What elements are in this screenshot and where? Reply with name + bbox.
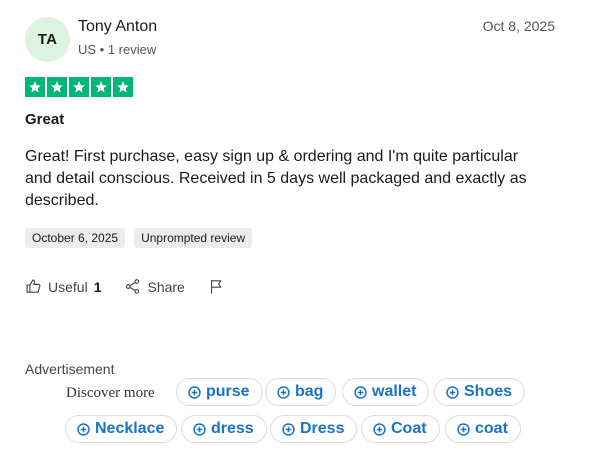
discover-more-label: Discover more — [66, 385, 155, 401]
unprompted-review-badge[interactable]: Unprompted review — [134, 228, 253, 248]
search-plus-icon — [188, 385, 201, 399]
ad-chip-label: Shoes — [464, 383, 513, 400]
useful-count: 1 — [93, 278, 102, 295]
experience-date-badge: October 6, 2025 — [25, 228, 126, 248]
star-icon — [113, 77, 133, 97]
ad-chip-label: Dress — [300, 420, 345, 437]
search-plus-icon — [457, 422, 470, 436]
ad-chip-label: dress — [211, 420, 254, 437]
review-date: Oct 8, 2025 — [482, 18, 555, 34]
flag-icon — [210, 280, 222, 294]
search-plus-icon — [77, 422, 90, 436]
ad-chip-label: coat — [475, 420, 508, 437]
thumbs-up-icon — [26, 279, 41, 293]
ad-chip-label: Coat — [391, 420, 427, 437]
share-icon — [126, 279, 140, 294]
useful-label: Useful — [48, 278, 88, 295]
review-body: Great! First purchase, easy sign up & or… — [25, 148, 527, 209]
search-plus-icon — [354, 385, 367, 399]
reviewer-meta: US • 1 review — [78, 42, 157, 57]
report-button[interactable] — [208, 278, 225, 295]
ad-chip-label: wallet — [372, 383, 417, 400]
star-icon — [69, 77, 89, 97]
ad-chip-dress[interactable]: dress — [181, 415, 267, 443]
ad-chip-necklace[interactable]: Necklace — [65, 415, 178, 443]
search-plus-icon — [446, 385, 459, 399]
search-plus-icon — [373, 422, 386, 436]
share-label: Share — [147, 278, 185, 295]
ad-chip-coat[interactable]: coat — [445, 415, 521, 443]
star-icon — [91, 77, 111, 97]
search-plus-icon — [282, 422, 295, 436]
star-icon — [47, 77, 67, 97]
ad-chip-dress-capital[interactable]: Dress — [270, 415, 358, 443]
ad-chip-purse[interactable]: purse — [176, 378, 263, 406]
ad-chip-wallet[interactable]: wallet — [342, 378, 430, 406]
search-plus-icon — [193, 422, 206, 436]
search-plus-icon — [277, 385, 290, 399]
review-tags: October 6, 2025 Unprompted review — [25, 228, 253, 248]
ad-chip-coat-capital[interactable]: Coat — [361, 415, 440, 443]
ad-chip-label: purse — [206, 383, 250, 400]
reviewer-name[interactable]: Tony Anton — [78, 18, 157, 36]
review-title: Great — [25, 111, 65, 128]
ad-chip-label: Necklace — [95, 420, 165, 437]
avatar[interactable]: TA — [25, 17, 70, 62]
ad-chip-label: bag — [295, 383, 324, 400]
ad-chip-bag[interactable]: bag — [265, 378, 337, 406]
star-icon — [25, 77, 45, 97]
review-actions: Useful 1 Share — [25, 278, 248, 295]
star-rating — [25, 77, 133, 97]
useful-button[interactable]: Useful 1 — [25, 278, 101, 295]
advertisement-label: Advertisement — [25, 361, 115, 377]
ad-chip-shoes[interactable]: Shoes — [434, 378, 526, 406]
share-button[interactable]: Share — [124, 278, 185, 295]
